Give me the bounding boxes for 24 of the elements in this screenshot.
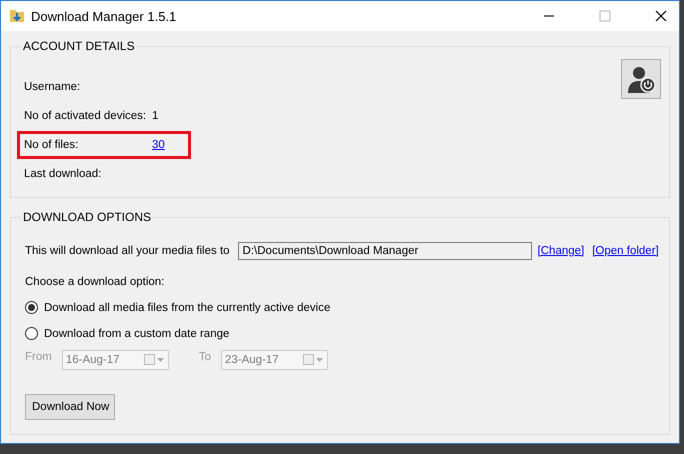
folder-link[interactable]: [Change] — [538, 245, 584, 257]
option-label: Download from a custom date range — [44, 328, 230, 340]
logout-button[interactable] — [621, 59, 661, 99]
radio-button[interactable] — [25, 327, 38, 340]
choose-label: Choose a download option: — [25, 276, 166, 288]
radio-button[interactable] — [25, 301, 38, 314]
group-title: ACCOUNT DETAILS — [22, 39, 136, 53]
field-label: No of activated devices: — [24, 110, 148, 122]
field-label: No of files: — [24, 139, 80, 151]
folder-download-icon — [9, 8, 25, 24]
group-title: DOWNLOAD OPTIONS — [22, 210, 152, 224]
field-value: 1 — [152, 110, 158, 122]
folder-link[interactable]: [Open folder] — [592, 245, 659, 257]
window-title: Download Manager 1.5.1 — [31, 8, 176, 24]
field-label: Last download: — [24, 168, 102, 180]
download-now-button[interactable]: Download Now — [25, 394, 115, 420]
date-label: From — [25, 350, 52, 363]
path-field[interactable]: D:\Documents\Download Manager — [238, 242, 532, 260]
path-label: This will download all your media files to — [25, 245, 230, 257]
date-label: To — [198, 350, 211, 363]
field-label: Username: — [24, 81, 82, 93]
close-icon[interactable] — [655, 10, 667, 22]
option-label: Download all media files from the currently active device — [44, 302, 330, 314]
files-link[interactable]: 30 — [152, 139, 165, 151]
